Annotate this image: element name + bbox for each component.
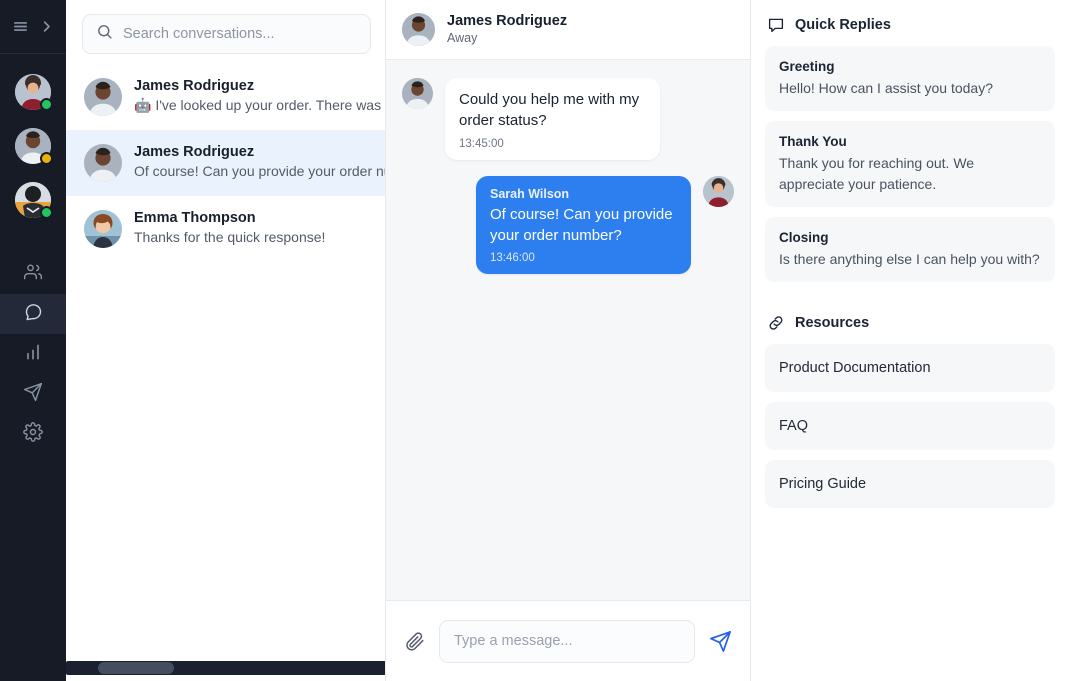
rail-navigation xyxy=(0,254,66,454)
chat-header: James Rodriguez Away xyxy=(386,0,750,60)
quick-reply-title: Closing xyxy=(779,229,829,245)
chevron-right-icon[interactable] xyxy=(39,19,54,34)
rail-avatar-agent[interactable] xyxy=(15,182,53,219)
send-button[interactable] xyxy=(709,630,732,653)
chat-contact-status: Away xyxy=(447,31,478,46)
conversation-body: James Rodriguez 1 Of course! Can you pro… xyxy=(134,144,386,179)
status-dot-online xyxy=(40,206,53,219)
avatar xyxy=(402,78,433,109)
message-text: Of course! Can you provide your order nu… xyxy=(490,205,673,244)
chat-bubble-icon xyxy=(23,302,43,327)
quick-reply-text: Thank you for reaching out. We appreciat… xyxy=(779,155,975,192)
rail-nav-conversations[interactable] xyxy=(0,294,66,334)
conversation-row-top: Emma Thompson 12:30:00 xyxy=(134,210,385,226)
rail-top-bar xyxy=(0,0,66,54)
paperclip-icon[interactable] xyxy=(404,631,425,652)
status-dot-away xyxy=(40,152,53,165)
conversation-name: Emma Thompson xyxy=(134,210,256,226)
conversation-item-0[interactable]: James Rodriguez 🤖 I've looked up your or… xyxy=(66,64,386,130)
conversation-preview: Thanks for the quick response! xyxy=(134,229,326,245)
rail-nav-settings[interactable] xyxy=(0,414,66,454)
quick-reply-text: Hello! How can I assist you today? xyxy=(779,80,993,96)
side-panel: Quick Replies Greeting Hello! How can I … xyxy=(751,0,1069,681)
hamburger-menu-icon[interactable] xyxy=(12,18,29,35)
conversation-items: James Rodriguez 🤖 I've looked up your or… xyxy=(66,64,386,262)
search-box[interactable] xyxy=(82,14,371,54)
message-time: 13:45:00 xyxy=(459,137,504,150)
resources-title: Resources xyxy=(795,315,870,332)
scrollbar-thumb[interactable] xyxy=(98,662,174,674)
avatar xyxy=(84,144,122,182)
message-incoming: Could you help me with my order status? … xyxy=(402,78,734,160)
conversation-list-panel: James Rodriguez 🤖 I've looked up your or… xyxy=(66,0,386,681)
rail-nav-broadcast[interactable] xyxy=(0,374,66,414)
quick-reply-greeting[interactable]: Greeting Hello! How can I assist you tod… xyxy=(765,46,1055,112)
quick-reply-text: Is there anything else I can help you wi… xyxy=(779,250,1040,267)
search-area xyxy=(66,0,385,64)
quick-reply-title: Greeting xyxy=(779,59,835,74)
bar-chart-icon xyxy=(23,342,43,367)
conversation-name: James Rodriguez xyxy=(134,144,255,160)
quick-reply-closing[interactable]: Closing Is there anything else I can hel… xyxy=(765,216,1055,283)
message-bubble: Could you help me with my order status? … xyxy=(445,78,660,160)
search-icon xyxy=(96,23,113,45)
message-time: 13:46:00 xyxy=(490,252,535,265)
message-list: Could you help me with my order status? … xyxy=(386,60,750,600)
rail-nav-analytics[interactable] xyxy=(0,334,66,374)
avatar xyxy=(84,78,122,116)
quick-replies-header: Quick Replies xyxy=(765,14,1055,46)
resource-pricing-guide[interactable]: Pricing Guide xyxy=(765,460,1055,509)
conversation-row-top: James Rodriguez xyxy=(134,78,385,94)
message-bubble: Sarah Wilson Of course! Can you provide … xyxy=(476,175,691,275)
search-input[interactable] xyxy=(123,26,357,42)
rail-avatar-james-rodriguez[interactable] xyxy=(15,128,53,165)
chat-panel: James Rodriguez Away Could you help me w… xyxy=(386,0,751,681)
resource-faq[interactable]: FAQ xyxy=(765,402,1055,451)
quick-reply-title: Thank You xyxy=(779,134,847,150)
message-input[interactable] xyxy=(439,619,695,663)
chat-application: James Rodriguez 🤖 I've looked up your or… xyxy=(0,0,1069,681)
message-sender: Sarah Wilson xyxy=(490,186,570,201)
quick-reply-thank-you[interactable]: Thank You Thank you for reaching out. We… xyxy=(765,121,1055,207)
rail-nav-contacts[interactable] xyxy=(0,254,66,294)
conversation-preview: Of course! Can you provide your order nu xyxy=(134,163,386,179)
link-icon xyxy=(767,314,785,332)
avatar xyxy=(84,210,122,248)
conversation-item-1[interactable]: James Rodriguez 1 Of course! Can you pro… xyxy=(66,130,386,196)
conversation-body: Emma Thompson 12:30:00 Thanks for the qu… xyxy=(134,210,385,245)
conversation-body: James Rodriguez 🤖 I've looked up your or… xyxy=(134,78,386,114)
conversation-name: James Rodriguez xyxy=(134,78,255,94)
conversation-preview: 🤖 I've looked up your order. There was a xyxy=(134,97,386,113)
quick-replies-title: Quick Replies xyxy=(795,17,891,33)
conversation-item-2[interactable]: Emma Thompson 12:30:00 Thanks for the qu… xyxy=(66,196,385,262)
send-icon xyxy=(23,382,43,407)
rail-avatar-list xyxy=(15,54,53,219)
message-text: Could you help me with my order status? xyxy=(459,91,640,130)
left-icon-rail xyxy=(0,0,66,681)
rail-avatar-sarah-wilson[interactable] xyxy=(15,74,53,111)
avatar xyxy=(703,175,734,207)
gear-icon xyxy=(23,421,43,447)
avatar xyxy=(402,13,435,46)
message-composer xyxy=(386,600,750,681)
resource-product-documentation[interactable]: Product Documentation xyxy=(765,344,1055,393)
horizontal-scrollbar[interactable] xyxy=(66,661,385,675)
status-dot-online xyxy=(40,98,53,111)
chat-bubble-icon xyxy=(767,16,785,34)
chat-contact-name: James Rodriguez xyxy=(447,13,568,30)
conversation-scroll[interactable]: James Rodriguez 🤖 I've looked up your or… xyxy=(66,64,386,262)
conversation-row-top: James Rodriguez 1 xyxy=(134,144,385,160)
resources-header: Resources xyxy=(765,312,1055,344)
message-outgoing: Sarah Wilson Of course! Can you provide … xyxy=(402,175,734,275)
chat-header-text: James Rodriguez Away xyxy=(447,12,567,46)
users-icon xyxy=(23,262,43,287)
